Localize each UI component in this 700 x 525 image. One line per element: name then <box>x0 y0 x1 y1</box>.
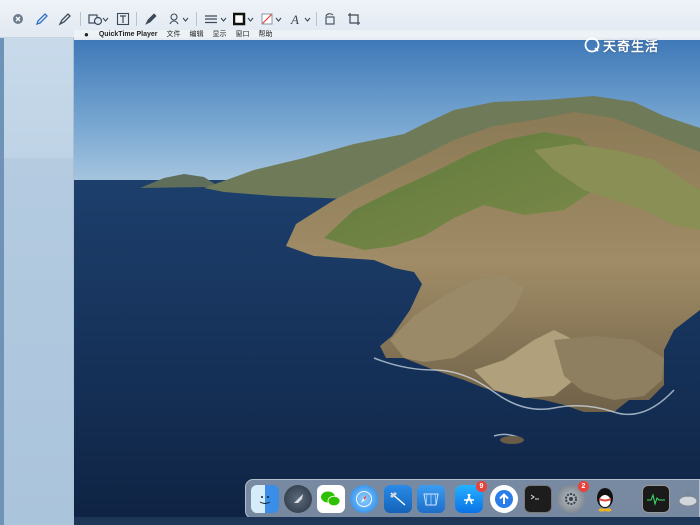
system-preferences-badge: 2 <box>578 481 589 492</box>
font-style-icon: A <box>290 12 311 26</box>
hammer-icon <box>390 492 406 506</box>
desktop-edge-strip <box>0 38 4 525</box>
close-icon <box>13 14 23 24</box>
app-store-icon <box>464 493 474 505</box>
preview-sidebar-lower <box>4 158 73 525</box>
annotate-icon <box>169 13 189 25</box>
dock-terminal[interactable] <box>524 485 552 513</box>
line-style-button[interactable] <box>204 9 228 29</box>
toolbar-divider <box>196 12 197 26</box>
dock-app-store[interactable]: 9 <box>455 481 487 513</box>
watermark-logo-icon <box>584 37 600 53</box>
qq-penguin-icon <box>597 488 613 512</box>
grid-icon <box>423 493 439 506</box>
crop-button[interactable] <box>347 9 361 29</box>
fill-color-icon <box>261 13 282 25</box>
watermark: 天奇生活 <box>584 36 659 54</box>
highlighter-tool-button[interactable] <box>58 9 72 29</box>
dock-finder[interactable] <box>251 485 279 513</box>
menu-app-name[interactable]: QuickTime Player <box>99 30 158 40</box>
activity-monitor-icon <box>647 493 665 506</box>
app-store-badge: 9 <box>476 481 487 492</box>
border-color-icon <box>233 12 254 26</box>
toolbar-divider <box>136 12 137 26</box>
dock-disk-utility[interactable] <box>674 485 700 513</box>
dock-simulator[interactable] <box>417 485 445 513</box>
menu-item-file[interactable]: 文件 <box>166 30 180 40</box>
highlighter-icon <box>58 13 71 26</box>
shapes-tool-button[interactable] <box>88 9 110 29</box>
dock-upload-app[interactable] <box>490 485 518 513</box>
upload-arrow-icon <box>495 490 513 508</box>
dock-activity-monitor[interactable] <box>642 485 670 513</box>
toolbar-divider <box>316 12 317 26</box>
fill-color-button[interactable] <box>261 9 283 29</box>
menu-item-help[interactable]: 帮助 <box>258 30 272 40</box>
dock-safari[interactable] <box>350 485 378 513</box>
dock-qq[interactable] <box>591 485 619 513</box>
rocket-icon <box>294 494 303 503</box>
gear-icon <box>565 493 577 505</box>
text-box-icon <box>116 12 130 26</box>
apple-menu-icon[interactable]: ● <box>84 30 89 40</box>
menu-item-view[interactable]: 显示 <box>212 30 226 40</box>
shapes-icon <box>88 14 109 26</box>
dock-wechat[interactable] <box>317 485 345 513</box>
finder-icon <box>259 496 271 504</box>
disk-utility-icon <box>678 491 698 507</box>
annotate-tool-button[interactable] <box>168 9 190 29</box>
window-bottom-edge <box>74 517 700 525</box>
menu-item-edit[interactable]: 编辑 <box>189 30 203 40</box>
wechat-icon <box>321 491 341 507</box>
text-style-button[interactable]: A <box>290 9 312 29</box>
compass-icon <box>356 491 372 507</box>
sign-tool-button[interactable] <box>144 9 158 29</box>
terminal-icon <box>530 494 539 500</box>
catalina-wallpaper <box>74 40 700 517</box>
pen-tool-button[interactable] <box>35 9 49 29</box>
signature-icon <box>145 13 157 25</box>
dock-launchpad[interactable] <box>284 485 312 513</box>
screenshot-image: ● QuickTime Player 文件 编辑 显示 窗口 帮助 <box>74 30 700 517</box>
rotate-icon <box>325 13 335 25</box>
rotate-button[interactable] <box>323 9 337 29</box>
dock: 9 2 <box>245 479 700 519</box>
crop-icon <box>348 13 360 25</box>
dock-xcode[interactable] <box>384 485 412 513</box>
text-tool-button[interactable] <box>116 9 130 29</box>
dock-system-preferences[interactable]: 2 <box>557 481 589 513</box>
line-style-icon <box>205 15 227 24</box>
svg-text:A: A <box>290 12 299 26</box>
pen-icon <box>35 13 48 26</box>
border-color-button[interactable] <box>233 9 255 29</box>
close-button[interactable] <box>12 9 24 29</box>
watermark-text: 天奇生活 <box>603 38 660 54</box>
toolbar-divider <box>80 12 81 26</box>
menu-item-window[interactable]: 窗口 <box>235 30 249 40</box>
